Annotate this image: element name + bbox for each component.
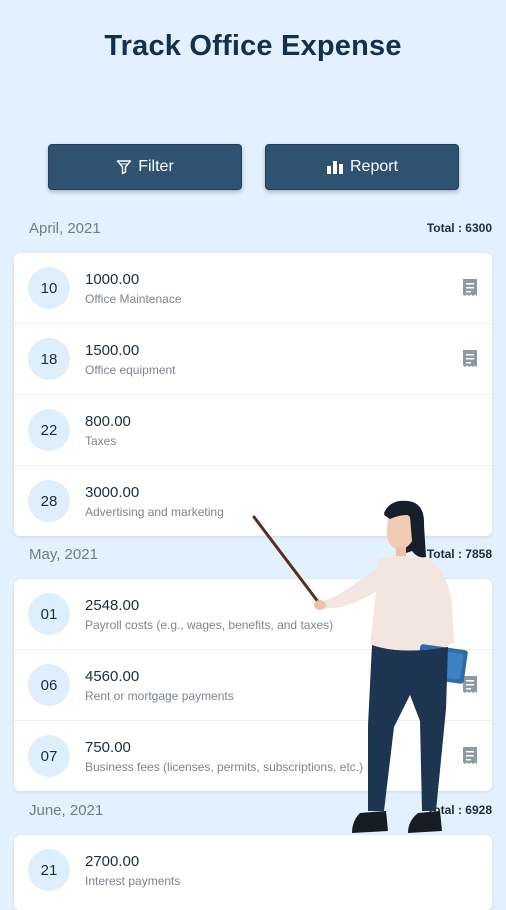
expense-description: Taxes xyxy=(85,434,117,448)
report-label: Report xyxy=(349,158,399,175)
expense-card-june: 21 2700.00 Interest payments xyxy=(14,835,492,910)
day-badge: 07 xyxy=(28,735,70,777)
day-badge: 06 xyxy=(28,664,70,706)
month-label: April, 2021 xyxy=(29,219,101,237)
page-title: Track Office Expense xyxy=(104,30,402,62)
month-total: Total : 6300 xyxy=(426,221,492,235)
receipt-icon[interactable] xyxy=(462,349,478,374)
day-badge: 01 xyxy=(28,593,70,635)
day-badge: 10 xyxy=(28,267,70,309)
expense-amount: 1500.00 xyxy=(85,342,140,359)
bar-chart-icon xyxy=(326,159,344,175)
expense-description: Advertising and marketing xyxy=(85,505,224,519)
expense-amount: 2548.00 xyxy=(85,597,140,614)
filter-label: Filter xyxy=(138,158,174,175)
expense-description: Interest payments xyxy=(85,874,181,888)
funnel-icon xyxy=(116,159,132,175)
expense-row[interactable]: 18 1500.00 Office equipment xyxy=(14,324,492,395)
filter-button[interactable]: Filter xyxy=(48,144,242,190)
expense-description: Office equipment xyxy=(85,363,176,377)
expense-card-april: 10 1000.00 Office Maintenace 18 1500.00 … xyxy=(14,253,492,536)
presenter-illustration xyxy=(250,495,480,845)
expense-amount: 1000.00 xyxy=(85,271,140,288)
expense-amount: 750.00 xyxy=(85,739,131,756)
expense-row[interactable]: 21 2700.00 Interest payments xyxy=(14,835,492,905)
expense-description: Rent or mortgage payments xyxy=(85,689,234,703)
month-header-april: April, 2021 Total : 6300 xyxy=(29,217,492,239)
expense-amount: 4560.00 xyxy=(85,668,140,685)
expense-amount: 3000.00 xyxy=(85,484,140,501)
report-button[interactable]: Report xyxy=(265,144,459,190)
expense-row[interactable]: 10 1000.00 Office Maintenace xyxy=(14,253,492,324)
day-badge: 21 xyxy=(28,849,70,891)
expense-amount: 800.00 xyxy=(85,413,131,430)
month-label: May, 2021 xyxy=(29,545,98,563)
day-badge: 18 xyxy=(28,338,70,380)
month-label: June, 2021 xyxy=(29,801,104,819)
expense-row[interactable]: 22 800.00 Taxes xyxy=(14,395,492,466)
expense-amount: 2700.00 xyxy=(85,853,140,870)
day-badge: 22 xyxy=(28,409,70,451)
receipt-icon[interactable] xyxy=(462,278,478,303)
expense-description: Office Maintenace xyxy=(85,292,182,306)
day-badge: 28 xyxy=(28,480,70,522)
